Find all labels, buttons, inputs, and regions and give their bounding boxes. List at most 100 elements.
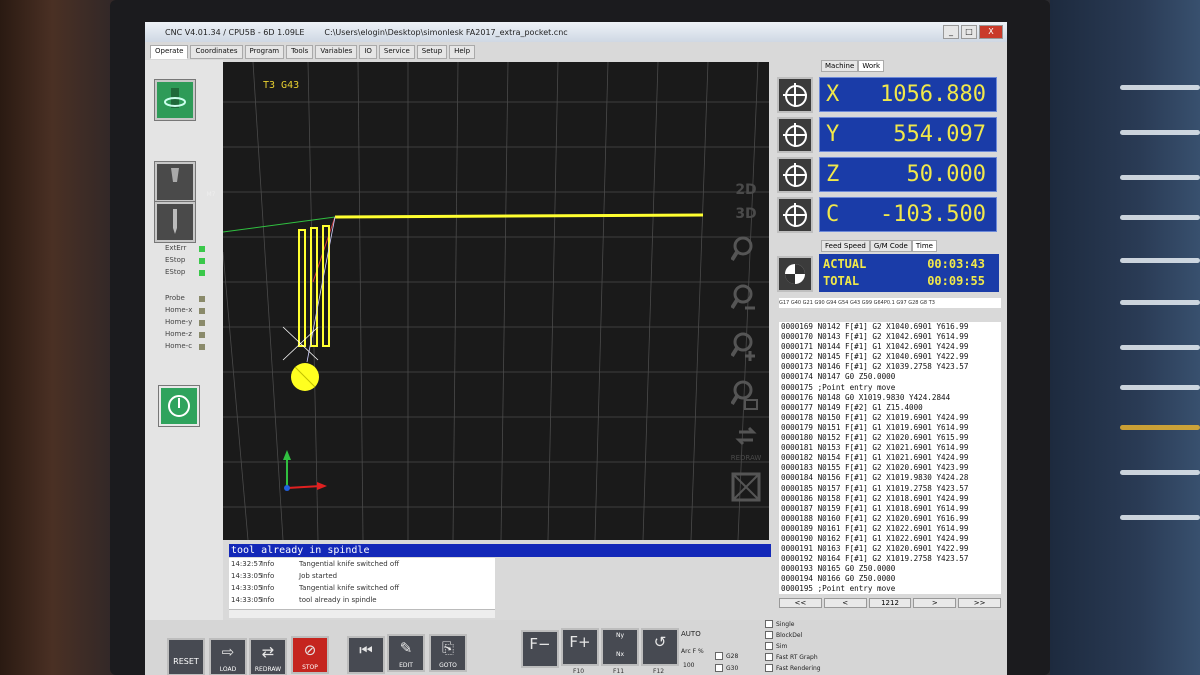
gcode-line[interactable]: 0000170 N0143 F[#1] G2 X1042.6901 Y614.9…: [779, 332, 1001, 342]
zero-x-button[interactable]: [777, 77, 813, 113]
gcode-line[interactable]: 0000189 N0161 F[#1] G2 X1022.6901 Y614.9…: [779, 524, 1001, 534]
tab-coordinates[interactable]: Coordinates: [190, 45, 243, 59]
gcode-line[interactable]: 0000193 N0165 G0 Z50.0000: [779, 564, 1001, 574]
g30-checkbox[interactable]: G30: [715, 664, 738, 672]
view-box-button[interactable]: [723, 470, 769, 518]
gcode-line[interactable]: 0000178 N0150 F[#1] G2 X1019.6901 Y424.9…: [779, 413, 1001, 423]
zoom-in-button[interactable]: [723, 326, 769, 374]
gcode-line[interactable]: 0000185 N0157 F[#1] G1 X1019.2758 Y423.5…: [779, 484, 1001, 494]
tab-service[interactable]: Service: [378, 45, 415, 59]
load-button[interactable]: ⇨ LOAD: [209, 638, 247, 675]
redraw-icon: ⇄: [261, 643, 275, 661]
gcode-line[interactable]: 0000169 N0142 F[#1] G2 X1040.6901 Y616.9…: [779, 322, 1001, 332]
zoom-out-button[interactable]: [723, 278, 769, 326]
option-single[interactable]: Single: [765, 620, 794, 628]
toolpath-view[interactable]: T3 G43 2D 3D REDRAW: [223, 62, 769, 540]
tab-variables[interactable]: Variables: [315, 45, 358, 59]
view-controls: 2D 3D REDRAW: [723, 182, 769, 518]
dro-z: Z 50.000: [819, 157, 997, 192]
gcode-listing[interactable]: 0000169 N0142 F[#1] G2 X1040.6901 Y616.9…: [779, 322, 1001, 594]
tab-machine[interactable]: Machine: [821, 60, 859, 72]
option-fast-rendering[interactable]: Fast Rendering: [765, 664, 821, 672]
gcode-line[interactable]: 0000172 N0145 F[#1] G2 X1040.6901 Y422.9…: [779, 352, 1001, 362]
coolant-m7-button[interactable]: M7: [155, 162, 216, 202]
gcode-line[interactable]: 0000181 N0153 F[#1] G2 X1021.6901 Y614.9…: [779, 443, 1001, 453]
tab-gm-code[interactable]: G/M Code: [869, 240, 912, 252]
arc-feed-value[interactable]: 100: [683, 662, 694, 669]
tab-feed-speed[interactable]: Feed Speed: [821, 240, 870, 252]
power-button[interactable]: [159, 386, 199, 426]
gcode-line[interactable]: 0000186 N0158 F[#1] G2 X1018.6901 Y424.9…: [779, 494, 1001, 504]
home-button[interactable]: [777, 256, 813, 292]
gcode-line[interactable]: 0000182 N0154 F[#1] G1 X1021.6901 Y424.9…: [779, 453, 1001, 463]
log-scrollbar[interactable]: [229, 609, 495, 618]
goto-button[interactable]: ⎘ GOTO: [429, 634, 467, 672]
gcode-line[interactable]: 0000176 N0148 G0 X1019.9830 Y424.2844: [779, 393, 1001, 403]
reset-button[interactable]: RESET: [167, 638, 205, 675]
gcode-line[interactable]: 0000173 N0146 F[#1] G2 X1039.2758 Y423.5…: [779, 362, 1001, 372]
option-blockdel[interactable]: BlockDel: [765, 631, 802, 639]
bottom-toolbar: RESET ⇨ LOAD ⇄ REDRAW ⊘ STOP ⏮ ✎ EDIT ⎘ GOTO …: [145, 620, 1007, 675]
gcode-line[interactable]: 0000174 N0147 G0 Z50.0000: [779, 372, 1001, 382]
zoom-fit-button[interactable]: [723, 230, 769, 278]
gcode-line-number[interactable]: 1212: [868, 598, 912, 608]
close-button[interactable]: X: [979, 25, 1003, 39]
tab-work[interactable]: Work: [858, 60, 885, 72]
axis-label: Y: [826, 122, 840, 147]
zero-z-button[interactable]: [777, 157, 813, 193]
dro-c: C -103.500: [819, 197, 997, 232]
gcode-line[interactable]: 0000171 N0144 F[#1] G1 X1042.6901 Y424.9…: [779, 342, 1001, 352]
gcode-next-button[interactable]: >: [913, 598, 957, 608]
axis-row-c: C -103.500: [777, 197, 999, 235]
view-2d-button[interactable]: 2D: [723, 182, 769, 206]
feed-decrease-button[interactable]: F−: [521, 630, 559, 668]
zero-c-button[interactable]: [777, 197, 813, 233]
gcode-last-button[interactable]: >>: [958, 598, 1001, 608]
redraw-button[interactable]: ⇄ REDRAW: [249, 638, 287, 675]
tab-io[interactable]: IO: [359, 45, 377, 59]
gcode-line[interactable]: 0000195 ;Point entry move: [779, 584, 1001, 594]
option-fast-rt-graph[interactable]: Fast RT Graph: [765, 653, 818, 661]
message-log[interactable]: 14:32:57 Info Tangential knife switched …: [229, 558, 495, 618]
undo-button[interactable]: ↺: [641, 628, 679, 666]
tab-time[interactable]: Time: [911, 240, 937, 252]
tab-program[interactable]: Program: [244, 45, 285, 59]
nx-ny-button[interactable]: Ny Nx: [601, 628, 639, 666]
tab-setup[interactable]: Setup: [416, 45, 448, 59]
feed-increase-button[interactable]: F+: [561, 628, 599, 666]
gcode-line[interactable]: 0000184 N0156 F[#1] G2 X1019.9830 Y424.2…: [779, 473, 1001, 483]
gcode-line[interactable]: 0000177 N0149 F[#2] G1 Z15.4000: [779, 403, 1001, 413]
tool-button[interactable]: [155, 202, 195, 242]
zero-y-button[interactable]: [777, 117, 813, 153]
rewind-button[interactable]: ⏮: [347, 636, 385, 674]
gcode-prev-button[interactable]: <: [823, 598, 867, 608]
tab-help[interactable]: Help: [449, 45, 476, 59]
menu-bar: Operate Coordinates Program Tools Variab…: [150, 45, 476, 59]
log-row: 14:33:05 Info Tangential knife switched …: [229, 582, 495, 594]
view-3d-button[interactable]: 3D: [723, 206, 769, 230]
maximize-button[interactable]: □: [961, 25, 977, 39]
gcode-line[interactable]: 0000190 N0162 F[#1] G1 X1022.6901 Y424.9…: [779, 534, 1001, 544]
redraw-button-label: REDRAW: [254, 666, 282, 673]
gcode-line[interactable]: 0000187 N0159 F[#1] G1 X1018.6901 Y614.9…: [779, 504, 1001, 514]
gcode-line[interactable]: 0000179 N0151 F[#1] G1 X1019.6901 Y614.9…: [779, 423, 1001, 433]
gcode-line[interactable]: 0000175 ;Point entry move: [779, 383, 1001, 393]
gcode-line[interactable]: 0000183 N0155 F[#1] G2 X1020.6901 Y423.9…: [779, 463, 1001, 473]
log-level: Info: [261, 584, 275, 592]
edit-button[interactable]: ✎ EDIT: [387, 634, 425, 672]
gcode-line[interactable]: 0000191 N0163 F[#1] G2 X1020.6901 Y422.9…: [779, 544, 1001, 554]
gcode-line[interactable]: 0000194 N0166 G0 Z50.0000: [779, 574, 1001, 584]
tab-operate[interactable]: Operate: [150, 45, 189, 59]
redraw-view-button[interactable]: REDRAW: [723, 422, 769, 470]
gcode-line[interactable]: 0000192 N0164 F[#1] G2 X1019.2758 Y423.5…: [779, 554, 1001, 564]
tab-tools[interactable]: Tools: [286, 45, 314, 59]
gcode-line[interactable]: 0000180 N0152 F[#1] G2 X1020.6901 Y615.9…: [779, 433, 1001, 443]
g28-checkbox[interactable]: G28: [715, 652, 738, 660]
zoom-window-button[interactable]: [723, 374, 769, 422]
minimize-button[interactable]: _: [943, 25, 959, 39]
gcode-first-button[interactable]: <<: [779, 598, 822, 608]
spindle-button[interactable]: [155, 80, 195, 120]
gcode-line[interactable]: 0000188 N0160 F[#1] G2 X1020.6901 Y616.9…: [779, 514, 1001, 524]
stop-button[interactable]: ⊘ STOP: [291, 636, 329, 674]
option-sim[interactable]: Sim: [765, 642, 787, 650]
